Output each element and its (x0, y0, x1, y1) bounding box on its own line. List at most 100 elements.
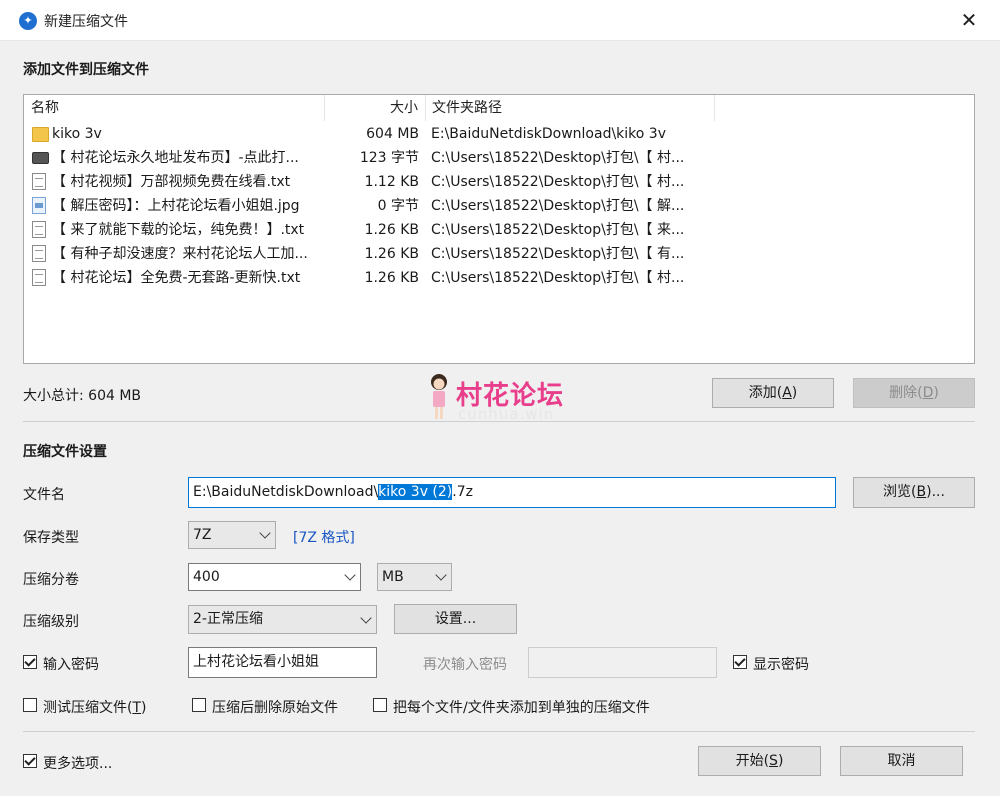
browse-button-label-end: )... (926, 484, 945, 500)
file-name: 【 有种子却没速度？来村花论坛人工加... (52, 246, 308, 262)
file-path: C:\Users\18522\Desktop\打包\【 解... (431, 198, 685, 214)
delete-after-label[interactable]: 压缩后删除原始文件 (212, 697, 338, 717)
format-link[interactable]: [7Z 格式] (293, 527, 355, 547)
file-row[interactable]: 【 村花论坛】全免费-无套路-更新快.txt 1.26 KB C:\Users\… (24, 266, 974, 290)
drive-file-icon (32, 152, 49, 164)
file-size: 0 字节 (377, 198, 419, 214)
girl-mascot-icon (431, 374, 447, 419)
delete-button-label-end: ) (933, 385, 939, 401)
file-row[interactable]: 【 村花论坛永久地址发布页】-点此打... 123 字节 C:\Users\18… (24, 146, 974, 170)
column-header-size[interactable]: 大小 (325, 95, 426, 121)
file-path: C:\Users\18522\Desktop\打包\【 有... (431, 246, 685, 262)
save-type-label: 保存类型 (23, 530, 79, 546)
settings-button[interactable]: 设置... (394, 604, 517, 634)
add-files-section-title: 添加文件到压缩文件 (23, 62, 149, 78)
column-header-name[interactable]: 名称 (24, 95, 325, 121)
delete-after-checkbox[interactable] (192, 698, 206, 712)
browse-button-label: 浏览( (883, 484, 917, 500)
file-size: 604 MB (366, 126, 419, 142)
file-path: E:\BaiduNetdiskDownload\kiko 3v (431, 126, 666, 142)
test-archive-label-text: 测试压缩文件( (43, 700, 133, 716)
file-list[interactable]: 名称 大小 文件夹路径 kiko 3v 604 MB E:\BaiduNetdi… (23, 94, 975, 364)
add-button-label-end: ) (791, 385, 798, 401)
file-name: 【 村花论坛】全免费-无套路-更新快.txt (52, 270, 301, 286)
add-button-label: 添加( (748, 385, 783, 401)
save-type-select[interactable]: 7Z (188, 521, 276, 549)
filename-suffix: .7z (452, 484, 473, 500)
column-header-path[interactable]: 文件夹路径 (426, 95, 715, 121)
password-input[interactable]: 上村花论坛看小姐姐 (188, 647, 377, 678)
file-name: 【 解压密码】：上村花论坛看小姐姐.jpg (52, 198, 300, 214)
file-row[interactable]: 【 来了就能下载的论坛，纯免费！】.txt 1.26 KB C:\Users\1… (24, 218, 974, 242)
split-size-combo[interactable]: 400 (188, 563, 361, 591)
cancel-button[interactable]: 取消 (840, 746, 963, 776)
confirm-password-label: 再次输入密码 (423, 657, 507, 673)
file-row[interactable]: 【 村花视频】万部视频免费在线看.txt 1.12 KB C:\Users\18… (24, 170, 974, 194)
file-row[interactable]: 【 解压密码】：上村花论坛看小姐姐.jpg 0 字节 C:\Users\1852… (24, 194, 974, 218)
filename-input[interactable]: E:\BaiduNetdiskDownload\kiko 3v (2).7z (188, 477, 836, 508)
file-row[interactable]: 【 有种子却没速度？来村花论坛人工加... 1.26 KB C:\Users\1… (24, 242, 974, 266)
test-archive-label[interactable]: 测试压缩文件(T) (43, 697, 147, 717)
total-size-label: 大小总计: 604 MB (23, 388, 142, 404)
file-size: 1.12 KB (364, 174, 419, 190)
password-checkbox-label[interactable]: 输入密码 (43, 654, 99, 674)
app-logo-icon: ✦ (19, 12, 37, 30)
add-button[interactable]: 添加(A) (712, 378, 834, 408)
bottom-divider (23, 731, 975, 732)
filename-selected-text: kiko 3v (2) (378, 484, 453, 500)
separate-archives-label[interactable]: 把每个文件/文件夹添加到单独的压缩文件 (393, 697, 650, 717)
close-button[interactable]: ✕ (958, 8, 980, 32)
browse-button[interactable]: 浏览(B)... (853, 477, 975, 508)
image-file-icon (32, 197, 46, 214)
split-unit-select[interactable]: MB (377, 563, 452, 591)
text-file-icon (32, 269, 46, 286)
file-path: C:\Users\18522\Desktop\打包\【 村... (431, 150, 685, 166)
start-button[interactable]: 开始(S) (698, 746, 821, 776)
delete-button-hotkey: D (922, 385, 934, 401)
more-options-label[interactable]: 更多选项... (43, 753, 112, 773)
start-button-label-end: ) (777, 753, 784, 769)
delete-button[interactable]: 删除(D) (853, 378, 975, 408)
test-archive-hotkey: T (132, 700, 142, 716)
show-password-checkbox[interactable] (733, 655, 747, 669)
test-archive-checkbox[interactable] (23, 698, 37, 712)
chevron-down-icon (360, 611, 372, 624)
section-divider (23, 421, 975, 422)
file-path: C:\Users\18522\Desktop\打包\【 村... (431, 174, 685, 190)
watermark-logo: 村花论坛 cunhua.win (428, 373, 588, 425)
start-button-hotkey: S (769, 753, 778, 769)
file-path: C:\Users\18522\Desktop\打包\【 村... (431, 270, 685, 286)
more-options-checkbox[interactable] (23, 754, 37, 768)
split-label: 压缩分卷 (23, 572, 79, 588)
file-size: 123 字节 (359, 150, 419, 166)
file-row[interactable]: kiko 3v 604 MB E:\BaiduNetdiskDownload\k… (24, 122, 974, 146)
password-checkbox[interactable] (23, 655, 37, 669)
level-value: 2-正常压缩 (193, 611, 263, 627)
confirm-password-input[interactable] (528, 647, 717, 678)
text-file-icon (32, 221, 46, 238)
settings-section-title: 压缩文件设置 (23, 444, 107, 460)
chevron-down-icon (259, 527, 271, 539)
separate-archives-checkbox[interactable] (373, 698, 387, 712)
file-name: 【 村花论坛永久地址发布页】-点此打... (52, 150, 299, 166)
file-path: C:\Users\18522\Desktop\打包\【 来... (431, 222, 685, 238)
show-password-label[interactable]: 显示密码 (753, 654, 809, 674)
test-archive-label-end: ) (141, 700, 147, 716)
file-name: 【 来了就能下载的论坛，纯免费！】.txt (52, 222, 305, 238)
chevron-down-icon (344, 569, 356, 581)
file-list-header: 名称 大小 文件夹路径 (24, 95, 974, 121)
delete-button-label: 删除( (889, 385, 923, 401)
folder-icon (32, 127, 49, 142)
level-label: 压缩级别 (23, 614, 79, 630)
text-file-icon (32, 245, 46, 262)
add-button-hotkey: A (782, 385, 792, 401)
filename-label: 文件名 (23, 487, 65, 503)
file-size: 1.26 KB (364, 222, 419, 238)
title-bar: ✦ 新建压缩文件 ✕ (0, 0, 1000, 41)
start-button-label: 开始( (735, 753, 770, 769)
level-select[interactable]: 2-正常压缩 (188, 605, 377, 634)
browse-button-hotkey: B (916, 484, 927, 500)
file-size: 1.26 KB (364, 246, 419, 262)
text-file-icon (32, 173, 46, 190)
window-title: 新建压缩文件 (44, 14, 128, 30)
